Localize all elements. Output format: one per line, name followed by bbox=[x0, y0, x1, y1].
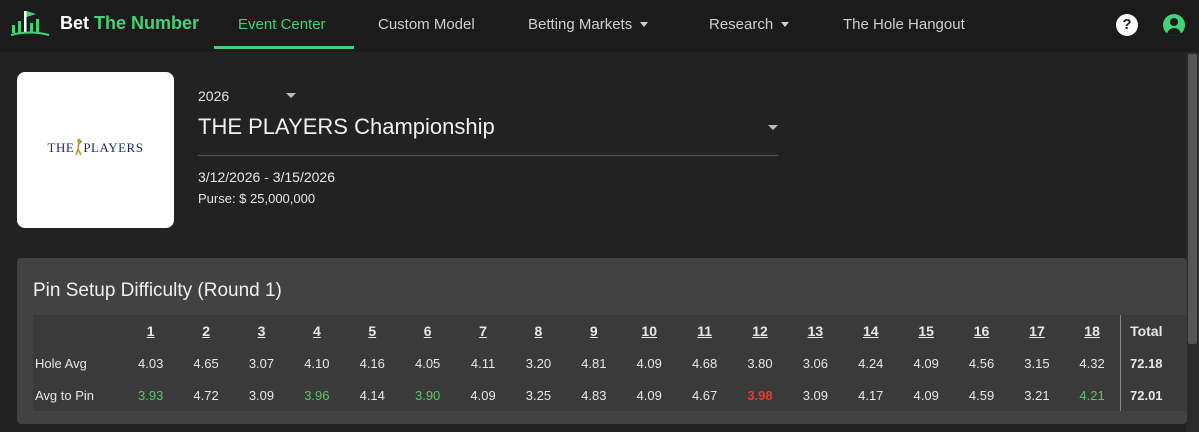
account-body-shape bbox=[1167, 28, 1181, 36]
row-total: 72.01 bbox=[1119, 379, 1173, 411]
table-cell: 4.09 bbox=[636, 387, 662, 403]
hole-header-13[interactable]: 13 bbox=[788, 315, 843, 347]
hole-header-1[interactable]: 1 bbox=[123, 315, 178, 347]
players-logo-text: THE PLAYERS bbox=[47, 138, 144, 156]
row-label: Hole Avg bbox=[35, 355, 87, 371]
table-cell: 4.05 bbox=[414, 355, 441, 371]
hole-header-11[interactable]: 11 bbox=[677, 315, 732, 347]
year-dropdown-icon[interactable] bbox=[286, 93, 296, 98]
chevron-down-icon bbox=[640, 21, 649, 27]
table-cell: 4.09 bbox=[913, 387, 939, 403]
table-row: Hole Avg 4.03 4.65 3.07 4.10 4.16 4.05 4.11 3.20… bbox=[33, 347, 1173, 379]
hole-header-10[interactable]: 10 bbox=[622, 315, 677, 347]
table-cell: 3.15 bbox=[1024, 355, 1050, 371]
hole-header-15[interactable]: 15 bbox=[898, 315, 953, 347]
table-cell: 4.83 bbox=[581, 387, 607, 403]
table-cell: 3.06 bbox=[802, 355, 829, 371]
table-cell: 3.96 bbox=[304, 387, 330, 403]
row-label: Avg to Pin bbox=[35, 387, 95, 403]
row-total: 72.18 bbox=[1119, 347, 1173, 379]
chevron-down-icon bbox=[781, 21, 790, 27]
table-cell: 4.67 bbox=[691, 387, 718, 403]
table-cell: 4.16 bbox=[359, 355, 385, 371]
event-logo: THE PLAYERS bbox=[17, 72, 174, 228]
nav-research[interactable]: Research bbox=[709, 0, 790, 50]
hole-header-8[interactable]: 8 bbox=[511, 315, 566, 347]
event-dates: 3/12/2026 - 3/15/2026 bbox=[198, 169, 336, 185]
table-cell: 4.72 bbox=[193, 387, 219, 403]
table-cell: 4.17 bbox=[858, 387, 884, 403]
top-nav: Bet The Number Event Center Custom Model… bbox=[0, 0, 1199, 52]
event-select-underline bbox=[198, 155, 778, 156]
difficulty-table-container: 1 2 3 4 5 6 7 8 9 10 11 12 13 14 15 16 17 18 Total Hole Av… bbox=[33, 315, 1187, 411]
brand-logo-link[interactable]: Bet The Number bbox=[10, 9, 199, 37]
hole-header-3[interactable]: 3 bbox=[234, 315, 289, 347]
table-cell: 3.80 bbox=[747, 355, 773, 371]
hole-header-14[interactable]: 14 bbox=[843, 315, 898, 347]
hole-header-18[interactable]: 18 bbox=[1065, 315, 1120, 347]
nav-custom-model[interactable]: Custom Model bbox=[378, 0, 475, 50]
hole-header-6[interactable]: 6 bbox=[400, 315, 455, 347]
account-icon[interactable] bbox=[1163, 14, 1185, 36]
table-cell: 3.98 bbox=[747, 387, 773, 403]
hole-header-5[interactable]: 5 bbox=[345, 315, 400, 347]
table-cell: 4.21 bbox=[1079, 387, 1105, 403]
table-cell: 4.10 bbox=[304, 355, 330, 371]
table-cell: 3.90 bbox=[414, 387, 441, 403]
event-select[interactable]: THE PLAYERS Championship bbox=[198, 114, 495, 140]
hole-header-4[interactable]: 4 bbox=[289, 315, 344, 347]
flag-logo-icon bbox=[10, 11, 50, 36]
hole-header-9[interactable]: 9 bbox=[566, 315, 621, 347]
golfer-figure-icon bbox=[75, 138, 83, 156]
hole-header-17[interactable]: 17 bbox=[1009, 315, 1064, 347]
table-cell: 3.09 bbox=[802, 387, 829, 403]
table-cell: 4.14 bbox=[359, 387, 385, 403]
event-purse: Purse: $ 25,000,000 bbox=[198, 191, 316, 206]
table-header-row: 1 2 3 4 5 6 7 8 9 10 11 12 13 14 15 16 17 18 Total bbox=[33, 315, 1173, 347]
table-cell: 3.93 bbox=[138, 387, 164, 403]
table-cell: 4.81 bbox=[581, 355, 607, 371]
table-cell: 4.03 bbox=[138, 355, 164, 371]
year-select[interactable]: 2026 bbox=[198, 88, 229, 104]
table-cell: 4.09 bbox=[470, 387, 496, 403]
table-cell: 3.20 bbox=[525, 355, 552, 371]
table-cell: 4.09 bbox=[913, 355, 939, 371]
hole-header-2[interactable]: 2 bbox=[178, 315, 233, 347]
help-icon[interactable]: ? bbox=[1116, 14, 1138, 36]
hole-header-16[interactable]: 16 bbox=[954, 315, 1009, 347]
table-cell: 4.32 bbox=[1079, 355, 1105, 371]
table-cell: 3.25 bbox=[525, 387, 552, 403]
difficulty-table: 1 2 3 4 5 6 7 8 9 10 11 12 13 14 15 16 17 18 Total Hole Av… bbox=[33, 315, 1173, 411]
nav-betting-markets[interactable]: Betting Markets bbox=[528, 0, 649, 50]
event-dropdown-icon[interactable] bbox=[768, 125, 778, 130]
row-label-header bbox=[33, 315, 123, 347]
table-row: Avg to Pin 3.93 4.72 3.09 3.96 4.14 3.90 4.09 3.… bbox=[33, 379, 1173, 411]
table-cell: 3.21 bbox=[1024, 387, 1050, 403]
table-cell: 4.09 bbox=[636, 355, 662, 371]
total-header: Total bbox=[1119, 315, 1173, 347]
active-tab-indicator bbox=[214, 46, 354, 49]
brand-name: Bet The Number bbox=[60, 12, 200, 33]
table-cell: 4.24 bbox=[858, 355, 884, 371]
table-cell: 4.68 bbox=[691, 355, 718, 371]
table-cell: 4.65 bbox=[193, 355, 219, 371]
pin-difficulty-panel: Pin Setup Difficulty (Round 1) 123456789… bbox=[17, 258, 1187, 424]
table-cell: 4.56 bbox=[968, 355, 995, 371]
table-cell: 3.09 bbox=[248, 387, 275, 403]
hole-header-7[interactable]: 7 bbox=[455, 315, 510, 347]
account-head-shape bbox=[1170, 18, 1178, 26]
nav-event-center[interactable]: Event Center bbox=[238, 0, 326, 50]
panel-title: Pin Setup Difficulty (Round 1) bbox=[33, 280, 282, 301]
nav-hole-hangout[interactable]: The Hole Hangout bbox=[843, 0, 965, 50]
table-cell: 4.59 bbox=[968, 387, 995, 403]
table-cell: 4.11 bbox=[470, 355, 496, 371]
table-cell: 3.07 bbox=[248, 355, 275, 371]
hole-header-12[interactable]: 12 bbox=[732, 315, 787, 347]
scrollbar-thumb[interactable] bbox=[1188, 54, 1197, 344]
